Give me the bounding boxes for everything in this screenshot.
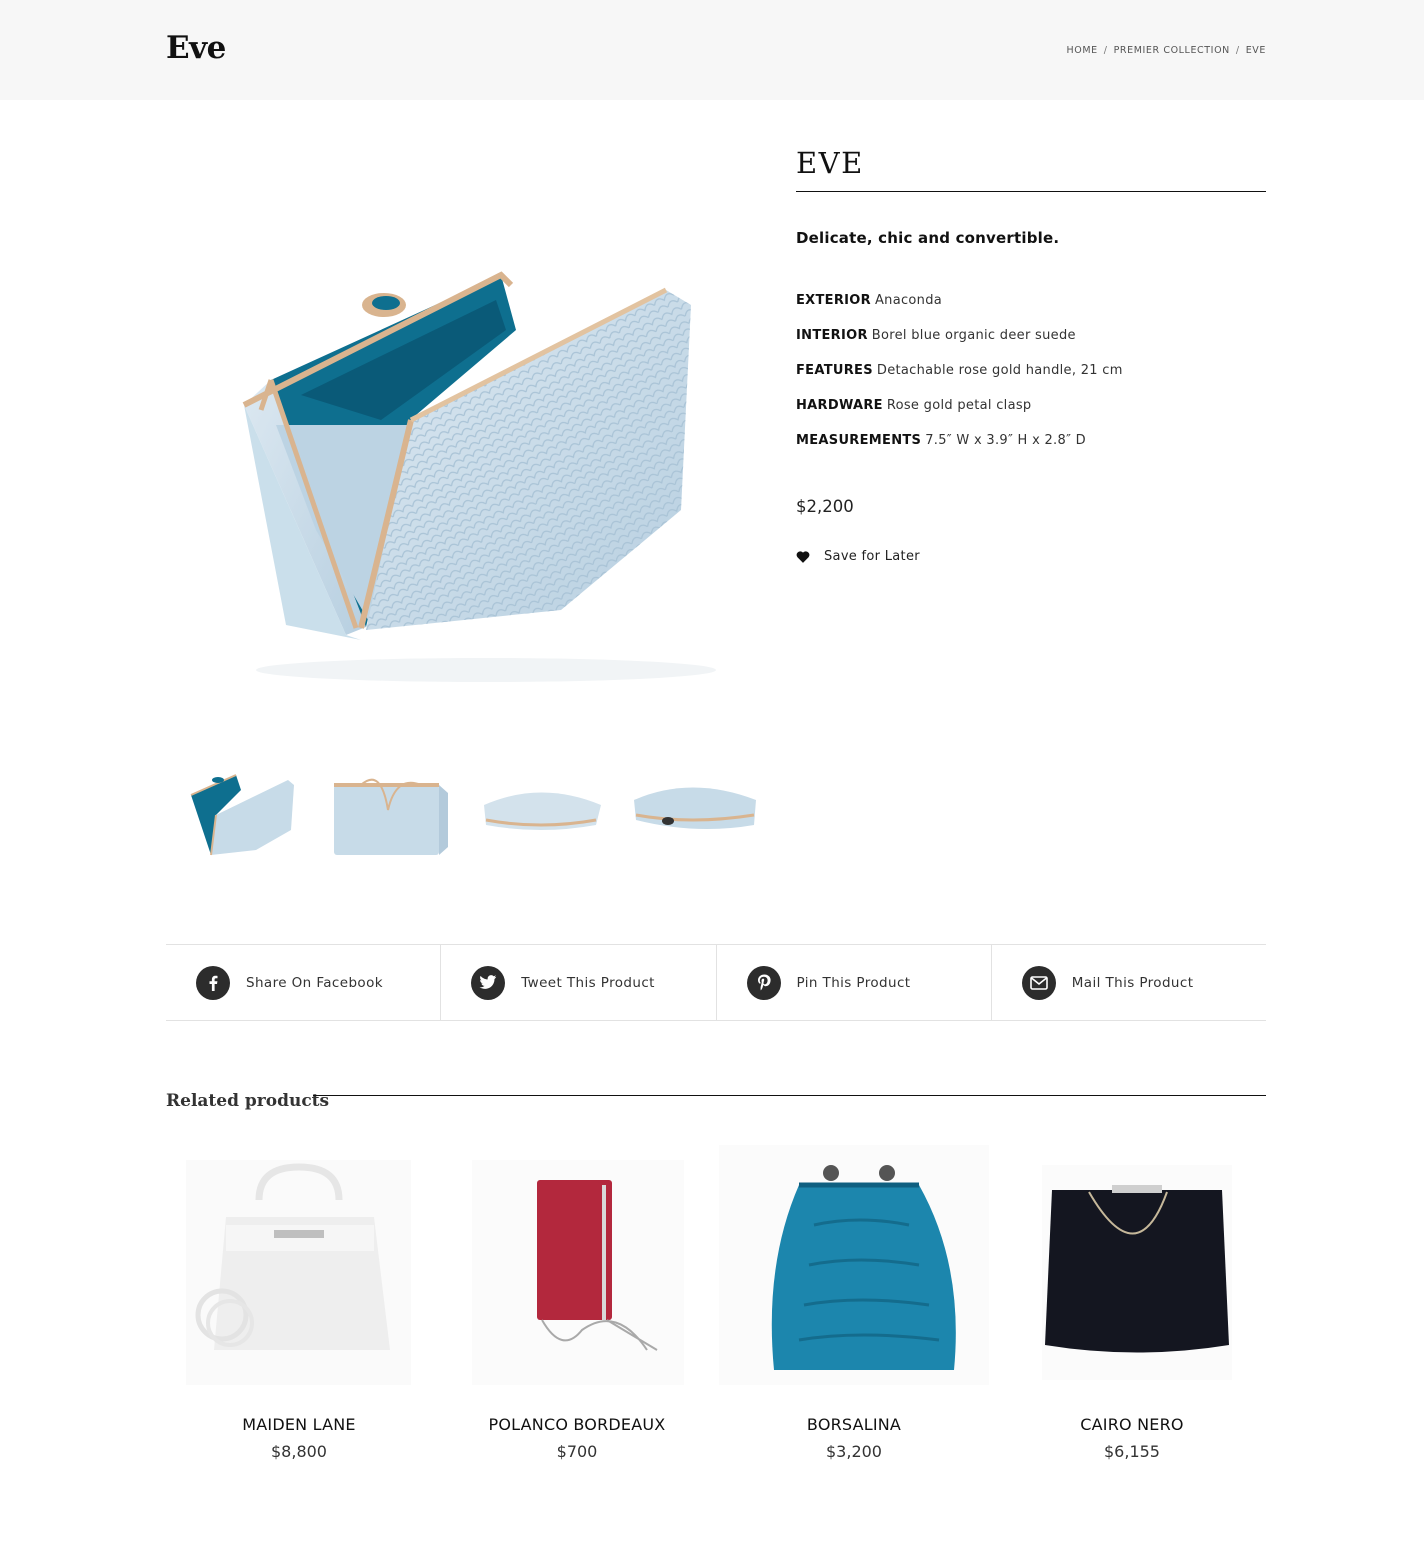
product-tagline: Delicate, chic and convertible.: [796, 229, 1060, 247]
share-mail-button[interactable]: Mail This Product: [990, 945, 1266, 1020]
breadcrumb-current: EVE: [1245, 45, 1266, 56]
related-product-price: $700: [556, 1442, 598, 1461]
breadcrumb-home[interactable]: HOME: [1067, 45, 1098, 56]
thumbnail-handle-view[interactable]: [326, 755, 466, 870]
spec-key: FEATURES: [796, 363, 873, 378]
related-product-image[interactable]: [997, 1145, 1267, 1385]
save-for-later-button[interactable]: Save for Later: [796, 549, 920, 564]
related-product-name[interactable]: POLANCO BORDEAUX: [442, 1415, 712, 1434]
page-title: Eve: [166, 30, 226, 66]
related-product-card[interactable]: POLANCO BORDEAUX $700: [442, 1145, 712, 1461]
spec-row: MEASUREMENTS 7.5″ W x 3.9″ H x 2.8″ D: [796, 433, 1266, 468]
spec-key: HARDWARE: [796, 398, 883, 413]
share-facebook-button[interactable]: Share On Facebook: [166, 945, 440, 1020]
related-product-name[interactable]: MAIDEN LANE: [164, 1415, 434, 1434]
related-product-price: $6,155: [1104, 1442, 1160, 1461]
share-twitter-button[interactable]: Tweet This Product: [440, 945, 715, 1020]
share-mail-label: Mail This Product: [1071, 974, 1194, 991]
breadcrumb-separator: /: [1103, 45, 1108, 56]
product-name: EVE: [796, 146, 864, 180]
share-pinterest-button[interactable]: Pin This Product: [715, 945, 991, 1020]
spec-row: FEATURES Detachable rose gold handle, 21 …: [796, 363, 1266, 398]
related-product-image[interactable]: [719, 1145, 989, 1385]
spec-key: MEASUREMENTS: [796, 433, 922, 448]
thumbnail-open-view[interactable]: [176, 755, 316, 870]
spec-value: Detachable rose gold handle, 21 cm: [876, 363, 1123, 378]
heart-icon: [796, 550, 810, 564]
spec-value: Borel blue organic deer suede: [871, 328, 1076, 343]
mail-icon: [1021, 965, 1056, 1000]
share-twitter-label: Tweet This Product: [521, 974, 655, 991]
related-product-image[interactable]: [442, 1145, 712, 1385]
breadcrumb-collection[interactable]: PREMIER COLLECTION: [1114, 45, 1230, 56]
related-product-card[interactable]: BORSALINA $3,200: [719, 1145, 989, 1461]
related-product-card[interactable]: CAIRO NERO $6,155: [997, 1145, 1267, 1461]
spec-row: HARDWARE Rose gold petal clasp: [796, 398, 1266, 433]
product-price: $2,200: [796, 497, 854, 516]
spec-value: Rose gold petal clasp: [886, 398, 1032, 413]
spec-value: 7.5″ W x 3.9″ H x 2.8″ D: [925, 433, 1086, 448]
product-specs: EXTERIOR Anaconda INTERIOR Borel blue orga…: [796, 293, 1266, 468]
spec-key: EXTERIOR: [796, 293, 871, 308]
related-product-card[interactable]: MAIDEN LANE $8,800: [164, 1145, 434, 1461]
product-main-image[interactable]: [166, 230, 766, 710]
title-divider: [796, 191, 1266, 192]
thumbnail-closed-view[interactable]: [476, 755, 616, 870]
spec-row: EXTERIOR Anaconda: [796, 293, 1266, 328]
thumbnail-clasp-view[interactable]: [626, 755, 766, 870]
save-for-later-label: Save for Later: [824, 549, 920, 564]
related-product-image[interactable]: [164, 1145, 434, 1385]
related-product-price: $8,800: [271, 1442, 327, 1461]
twitter-icon: [471, 965, 506, 1000]
related-products-heading: Related products: [166, 1091, 330, 1111]
share-bar: Share On Facebook Tweet This Product Pin…: [166, 944, 1266, 1021]
share-facebook-label: Share On Facebook: [246, 974, 383, 991]
spec-row: INTERIOR Borel blue organic deer suede: [796, 328, 1266, 363]
related-product-price: $3,200: [826, 1442, 882, 1461]
spec-value: Anaconda: [874, 293, 943, 308]
product-thumbnails: [166, 755, 766, 875]
spec-key: INTERIOR: [796, 328, 868, 343]
share-pinterest-label: Pin This Product: [796, 974, 911, 991]
facebook-icon: [196, 965, 230, 1000]
page-header: Eve HOME / PREMIER COLLECTION / EVE: [0, 0, 1424, 100]
breadcrumb: HOME / PREMIER COLLECTION / EVE: [1067, 45, 1266, 56]
pinterest-icon: [746, 965, 781, 1000]
related-product-name[interactable]: CAIRO NERO: [997, 1415, 1267, 1434]
breadcrumb-separator: /: [1235, 45, 1240, 56]
related-products-divider: [313, 1095, 1266, 1096]
related-product-name[interactable]: BORSALINA: [719, 1415, 989, 1434]
